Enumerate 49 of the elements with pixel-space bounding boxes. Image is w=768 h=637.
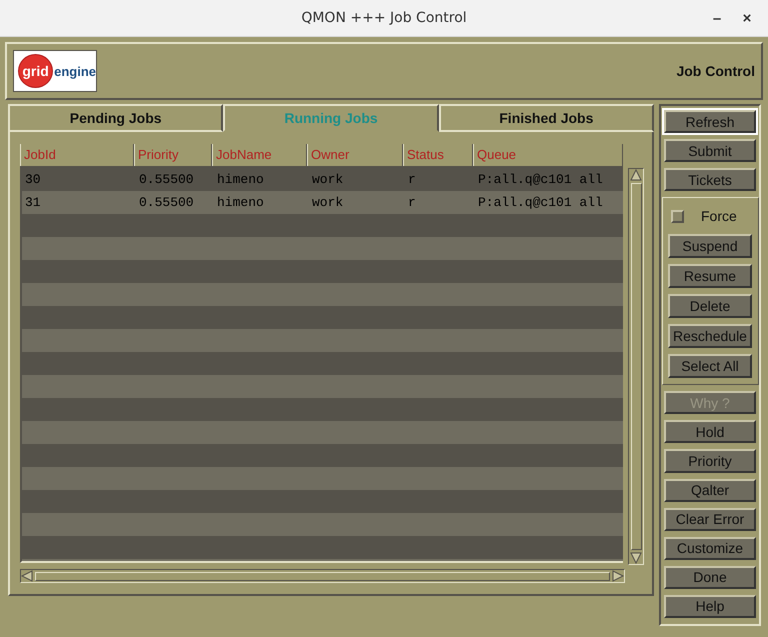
checkbox-label: Force xyxy=(701,208,737,224)
action-button[interactable]: Refresh xyxy=(664,110,756,134)
tab[interactable]: Pending Jobs xyxy=(8,104,224,132)
action-button[interactable]: Tickets xyxy=(664,168,756,192)
table-cell-text: P:all.q@c101 all xyxy=(477,172,603,187)
action-button[interactable]: Resume xyxy=(668,264,752,288)
table-cell-text: r xyxy=(407,172,417,187)
action-button[interactable]: Reschedule xyxy=(668,324,752,348)
table-cell-text: 31 xyxy=(24,195,42,210)
action-button[interactable]: Select All xyxy=(668,354,752,378)
column-header[interactable]: Owner xyxy=(307,144,403,166)
action-button[interactable]: Priority xyxy=(664,449,756,473)
table-cell-text: 30 xyxy=(24,172,42,187)
scroll-right-icon[interactable] xyxy=(612,570,624,582)
logo-text: engine xyxy=(54,64,96,78)
action-button[interactable]: Done xyxy=(664,566,756,589)
column-header[interactable]: JobId xyxy=(20,144,134,166)
vertical-scrollbar[interactable] xyxy=(628,168,644,565)
action-button[interactable]: Hold xyxy=(664,420,756,444)
column-header[interactable]: Status xyxy=(403,144,473,166)
table-cell-text: himeno xyxy=(216,195,265,210)
table-cell-text: himeno xyxy=(216,172,265,187)
table-cell-text: r xyxy=(407,195,417,210)
tab[interactable]: Finished Jobs xyxy=(438,104,654,132)
logo-badge: grid xyxy=(18,54,54,88)
horizontal-scrollbar[interactable] xyxy=(20,569,625,583)
column-header[interactable]: Queue xyxy=(473,144,623,166)
action-button[interactable]: Customize xyxy=(664,536,756,560)
scroll-down-icon[interactable] xyxy=(630,552,642,564)
force-checkbox[interactable] xyxy=(671,210,684,223)
header-title: Job Control xyxy=(676,63,755,79)
table-cell-text: 0.55500 xyxy=(138,172,195,187)
table-cell-text: work xyxy=(311,195,344,210)
action-button[interactable]: Suspend xyxy=(668,234,752,258)
table-cell-text: 0.55500 xyxy=(138,195,195,210)
action-button[interactable]: Help xyxy=(664,594,756,618)
table-cell-text: work xyxy=(311,172,344,187)
action-button[interactable]: Qalter xyxy=(664,478,756,502)
table-cell-text: P:all.q@c101 all xyxy=(477,195,603,210)
window-title: QMON +++ Job Control xyxy=(301,10,467,26)
minimize-button[interactable]: – xyxy=(704,6,730,30)
action-button[interactable]: Clear Error xyxy=(664,508,756,531)
scroll-left-icon[interactable] xyxy=(21,570,33,582)
action-button[interactable]: Submit xyxy=(664,139,756,162)
close-button[interactable]: × xyxy=(734,6,760,30)
column-header[interactable]: Priority xyxy=(134,144,212,166)
scroll-up-icon[interactable] xyxy=(630,169,642,181)
column-header[interactable]: JobName xyxy=(212,144,307,166)
action-button[interactable]: Delete xyxy=(668,294,752,318)
